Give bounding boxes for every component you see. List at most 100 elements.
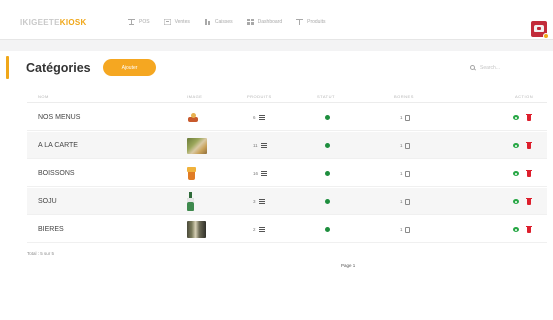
user-avatar[interactable] — [530, 20, 549, 39]
products-icon — [296, 19, 304, 25]
nav-label-pos: POS — [139, 19, 150, 25]
status-cell — [325, 160, 330, 187]
bornes-count: 1 — [400, 115, 403, 120]
add-category-button[interactable]: Ajouter — [103, 59, 156, 76]
nav-item-caisses[interactable]: Caisses — [204, 19, 233, 25]
kiosk-device-icon — [404, 170, 410, 177]
column-header-action: ACTION — [515, 94, 534, 99]
total-count: Total : 5 sur 5 — [27, 251, 55, 256]
column-header-statut[interactable]: STATUT — [317, 94, 335, 99]
bornes-cell[interactable]: 1 — [400, 132, 410, 159]
delete-icon[interactable] — [526, 141, 532, 149]
table-row[interactable]: BOISSONS 16 1 — [27, 160, 547, 187]
status-active-dot — [325, 199, 330, 204]
delete-icon[interactable] — [526, 197, 532, 205]
table-row[interactable]: SOJU 3 1 — [27, 188, 547, 215]
categories-panel: Catégories Ajouter NOM IMAGE PRODUITS ST… — [0, 51, 553, 320]
status-cell — [325, 132, 330, 159]
status-active-dot — [325, 171, 330, 176]
nav-item-ventes[interactable]: Ventes — [163, 19, 190, 25]
products-count-cell[interactable]: 3 — [253, 188, 265, 215]
search-box[interactable] — [464, 60, 546, 75]
products-count-cell[interactable]: 16 — [253, 160, 268, 187]
column-header-bornes[interactable]: BORNES — [394, 94, 414, 99]
delete-icon[interactable] — [526, 113, 532, 121]
category-name: BIERES — [38, 226, 64, 233]
brand-name-part1: IKIGEETE — [20, 18, 60, 27]
bornes-count: 1 — [400, 227, 403, 232]
status-cell — [325, 104, 330, 131]
status-cell — [325, 188, 330, 215]
table-header: NOM IMAGE PRODUITS STATUT BORNES ACTION — [27, 91, 547, 103]
notification-dot — [543, 33, 549, 39]
table-row[interactable]: A LA CARTE 11 1 — [27, 132, 547, 159]
view-icon[interactable] — [513, 115, 519, 120]
products-count-cell[interactable]: 2 — [253, 216, 265, 243]
products-count-cell[interactable]: 6 — [253, 104, 265, 131]
title-accent-bar — [6, 56, 9, 79]
delete-icon[interactable] — [526, 169, 532, 177]
action-cell — [513, 188, 532, 215]
bornes-cell[interactable]: 1 — [400, 160, 410, 187]
nav-item-pos[interactable]: POS — [128, 19, 150, 25]
drink-thumbnail — [187, 167, 196, 180]
list-icon — [258, 199, 265, 204]
category-name: A LA CARTE — [38, 142, 78, 149]
brand-logo[interactable]: IKIGEETEKIOSK — [20, 18, 87, 27]
category-image — [187, 104, 199, 131]
pos-icon — [128, 19, 135, 25]
nav-item-produits[interactable]: Produits — [296, 19, 325, 25]
kiosk-device-icon — [404, 226, 410, 233]
products-count-cell[interactable]: 11 — [253, 132, 267, 159]
products-count: 2 — [253, 227, 256, 232]
status-active-dot — [325, 115, 330, 120]
category-name: NOS MENUS — [38, 114, 81, 121]
main-nav: POS Ventes Caisses Dashboard Produits — [128, 19, 325, 25]
kiosk-device-icon — [404, 114, 410, 121]
search-input[interactable] — [480, 64, 530, 71]
kiosk-device-icon — [404, 142, 410, 149]
action-cell — [513, 132, 532, 159]
category-image — [187, 132, 207, 159]
pagination-page[interactable]: Page 1 — [341, 263, 355, 268]
action-cell — [513, 104, 532, 131]
bornes-cell[interactable]: 1 — [400, 216, 410, 243]
action-cell — [513, 216, 532, 243]
products-count: 3 — [253, 199, 256, 204]
bottle-thumbnail — [187, 192, 194, 211]
view-icon[interactable] — [513, 199, 519, 204]
category-name: SOJU — [38, 198, 57, 205]
category-image — [187, 216, 206, 243]
nav-label-ventes: Ventes — [174, 19, 190, 25]
kiosk-device-icon — [404, 198, 410, 205]
list-icon — [258, 227, 265, 232]
table-row[interactable]: NOS MENUS 6 1 — [27, 104, 547, 131]
column-header-produits[interactable]: PRODUITS — [247, 94, 272, 99]
nav-label-dashboard: Dashboard — [257, 19, 283, 25]
products-count: 6 — [253, 115, 256, 120]
status-cell — [325, 216, 330, 243]
nav-label-produits: Produits — [307, 19, 326, 25]
nav-item-dashboard[interactable]: Dashboard — [246, 19, 283, 25]
products-count: 16 — [253, 171, 259, 176]
delete-icon[interactable] — [526, 225, 532, 233]
list-icon — [260, 143, 267, 148]
category-image — [187, 188, 194, 215]
sales-icon — [163, 19, 171, 25]
bornes-cell[interactable]: 1 — [400, 104, 410, 131]
table-row[interactable]: BIERES 2 1 — [27, 216, 547, 243]
category-image — [187, 160, 196, 187]
category-name: BOISSONS — [38, 170, 75, 177]
nav-label-caisses: Caisses — [214, 19, 233, 25]
beer-thumbnail — [187, 221, 206, 238]
view-icon[interactable] — [513, 171, 519, 176]
view-icon[interactable] — [513, 227, 519, 232]
view-icon[interactable] — [513, 143, 519, 148]
food-thumbnail — [187, 112, 199, 124]
column-header-nom[interactable]: NOM — [38, 94, 49, 99]
search-icon — [470, 64, 476, 71]
status-active-dot — [325, 143, 330, 148]
cash-register-icon — [204, 19, 210, 25]
dish-thumbnail — [187, 137, 207, 154]
bornes-cell[interactable]: 1 — [400, 188, 410, 215]
